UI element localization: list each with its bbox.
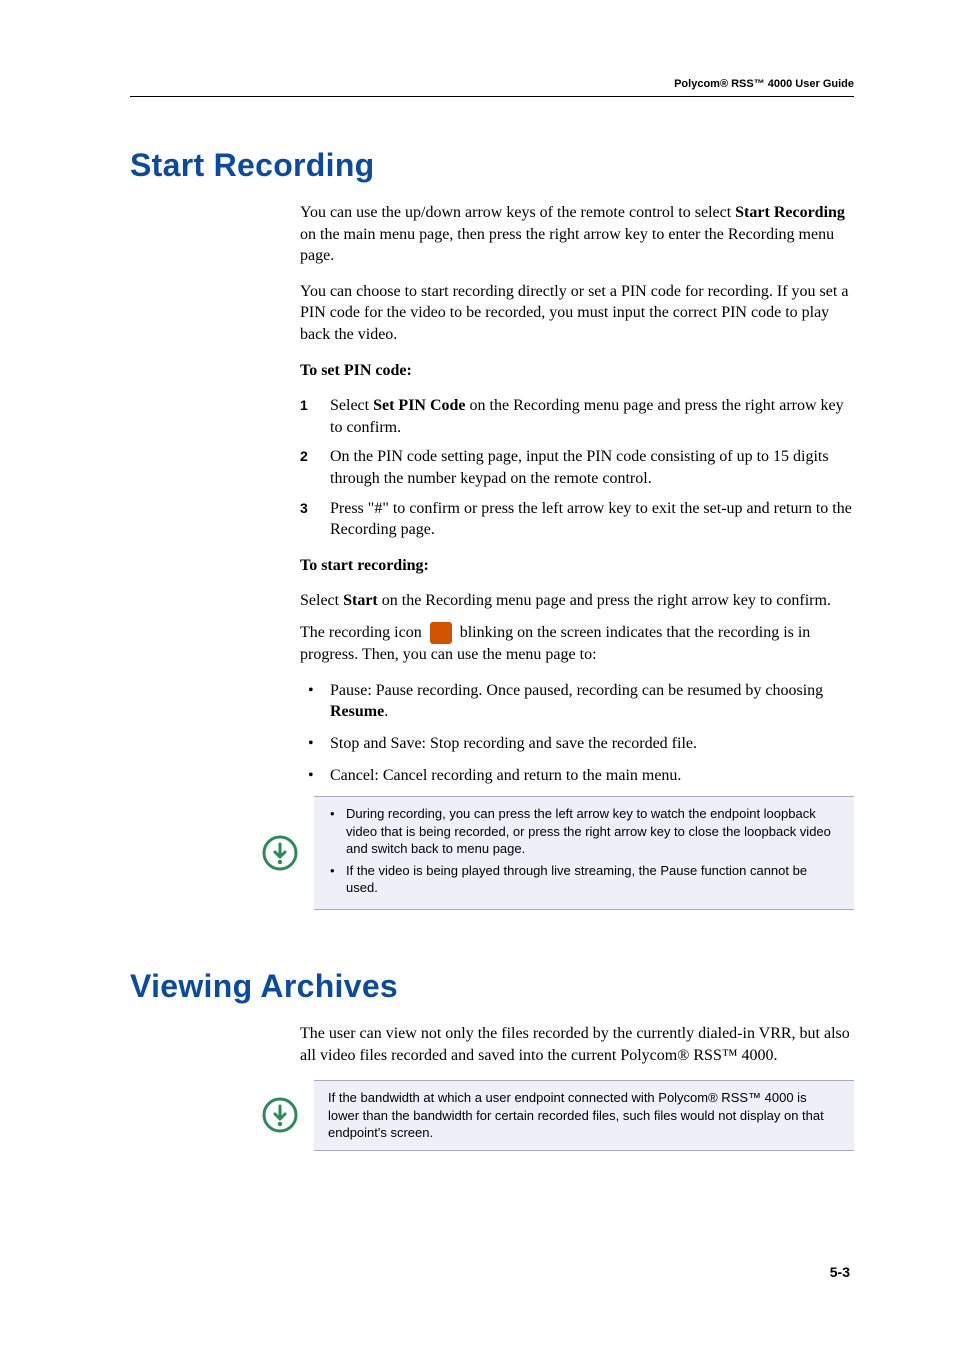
- action-stop-save: Stop and Save: Stop recording and save t…: [300, 733, 854, 755]
- note-item: During recording, you can press the left…: [328, 805, 840, 858]
- intro1-a: You can use the up/down arrow keys of th…: [300, 204, 735, 221]
- info-icon: [260, 835, 300, 871]
- start-a: Select: [300, 592, 343, 609]
- section-heading-viewing-archives: Viewing Archives: [130, 968, 854, 1005]
- action-cancel: Cancel: Cancel recording and return to t…: [300, 765, 854, 787]
- note-block-2: If the bandwidth at which a user endpoin…: [260, 1080, 854, 1151]
- action-pre: Cancel: Cancel recording and return to t…: [330, 767, 681, 784]
- start-recording-subhead: To start recording:: [300, 555, 854, 577]
- page-header-title: Polycom® RSS™ 4000 User Guide: [130, 78, 854, 97]
- recording-icon-paragraph: The recording icon blinking on the scree…: [300, 622, 854, 666]
- note-item: If the video is being played through liv…: [328, 862, 840, 897]
- action-pre: Stop and Save: Stop recording and save t…: [330, 735, 697, 752]
- note-box-2: If the bandwidth at which a user endpoin…: [314, 1080, 854, 1151]
- action-pause: Pause: Pause recording. Once paused, rec…: [300, 680, 854, 723]
- pin-step-2: 2 On the PIN code setting page, input th…: [300, 446, 854, 489]
- start-recording-paragraph: Select Start on the Recording menu page …: [300, 590, 854, 612]
- note-block-1: During recording, you can press the left…: [260, 796, 854, 910]
- recording-indicator-icon: [430, 622, 452, 644]
- archives-intro: The user can view not only the files rec…: [300, 1023, 854, 1066]
- start-bold: Start: [343, 592, 378, 609]
- intro-paragraph-2: You can choose to start recording direct…: [300, 281, 854, 346]
- action-bold: Resume: [330, 703, 384, 720]
- intro-paragraph-1: You can use the up/down arrow keys of th…: [300, 202, 854, 267]
- intro1-bold: Start Recording: [735, 204, 845, 221]
- pin-step-3: 3 Press "#" to confirm or press the left…: [300, 498, 854, 541]
- section-heading-start-recording: Start Recording: [130, 147, 854, 184]
- step-number: 3: [300, 499, 308, 518]
- rec-a: The recording icon: [300, 624, 426, 641]
- pin-step-1: 1 Select Set PIN Code on the Recording m…: [300, 395, 854, 438]
- note-box-1: During recording, you can press the left…: [314, 796, 854, 910]
- step-text-pre: Press "#" to confirm or press the left a…: [330, 500, 852, 539]
- intro1-c: on the main menu page, then press the ri…: [300, 226, 834, 265]
- info-icon: [260, 1097, 300, 1133]
- page-number: 5-3: [830, 1264, 850, 1280]
- step-text-bold: Set PIN Code: [373, 397, 465, 414]
- action-pre: Pause: Pause recording. Once paused, rec…: [330, 682, 823, 699]
- step-text-pre: Select: [330, 397, 373, 414]
- pin-code-subhead: To set PIN code:: [300, 360, 854, 382]
- action-post: .: [384, 703, 388, 720]
- step-text-pre: On the PIN code setting page, input the …: [330, 448, 829, 487]
- start-c: on the Recording menu page and press the…: [378, 592, 831, 609]
- step-number: 2: [300, 447, 308, 466]
- step-number: 1: [300, 396, 308, 415]
